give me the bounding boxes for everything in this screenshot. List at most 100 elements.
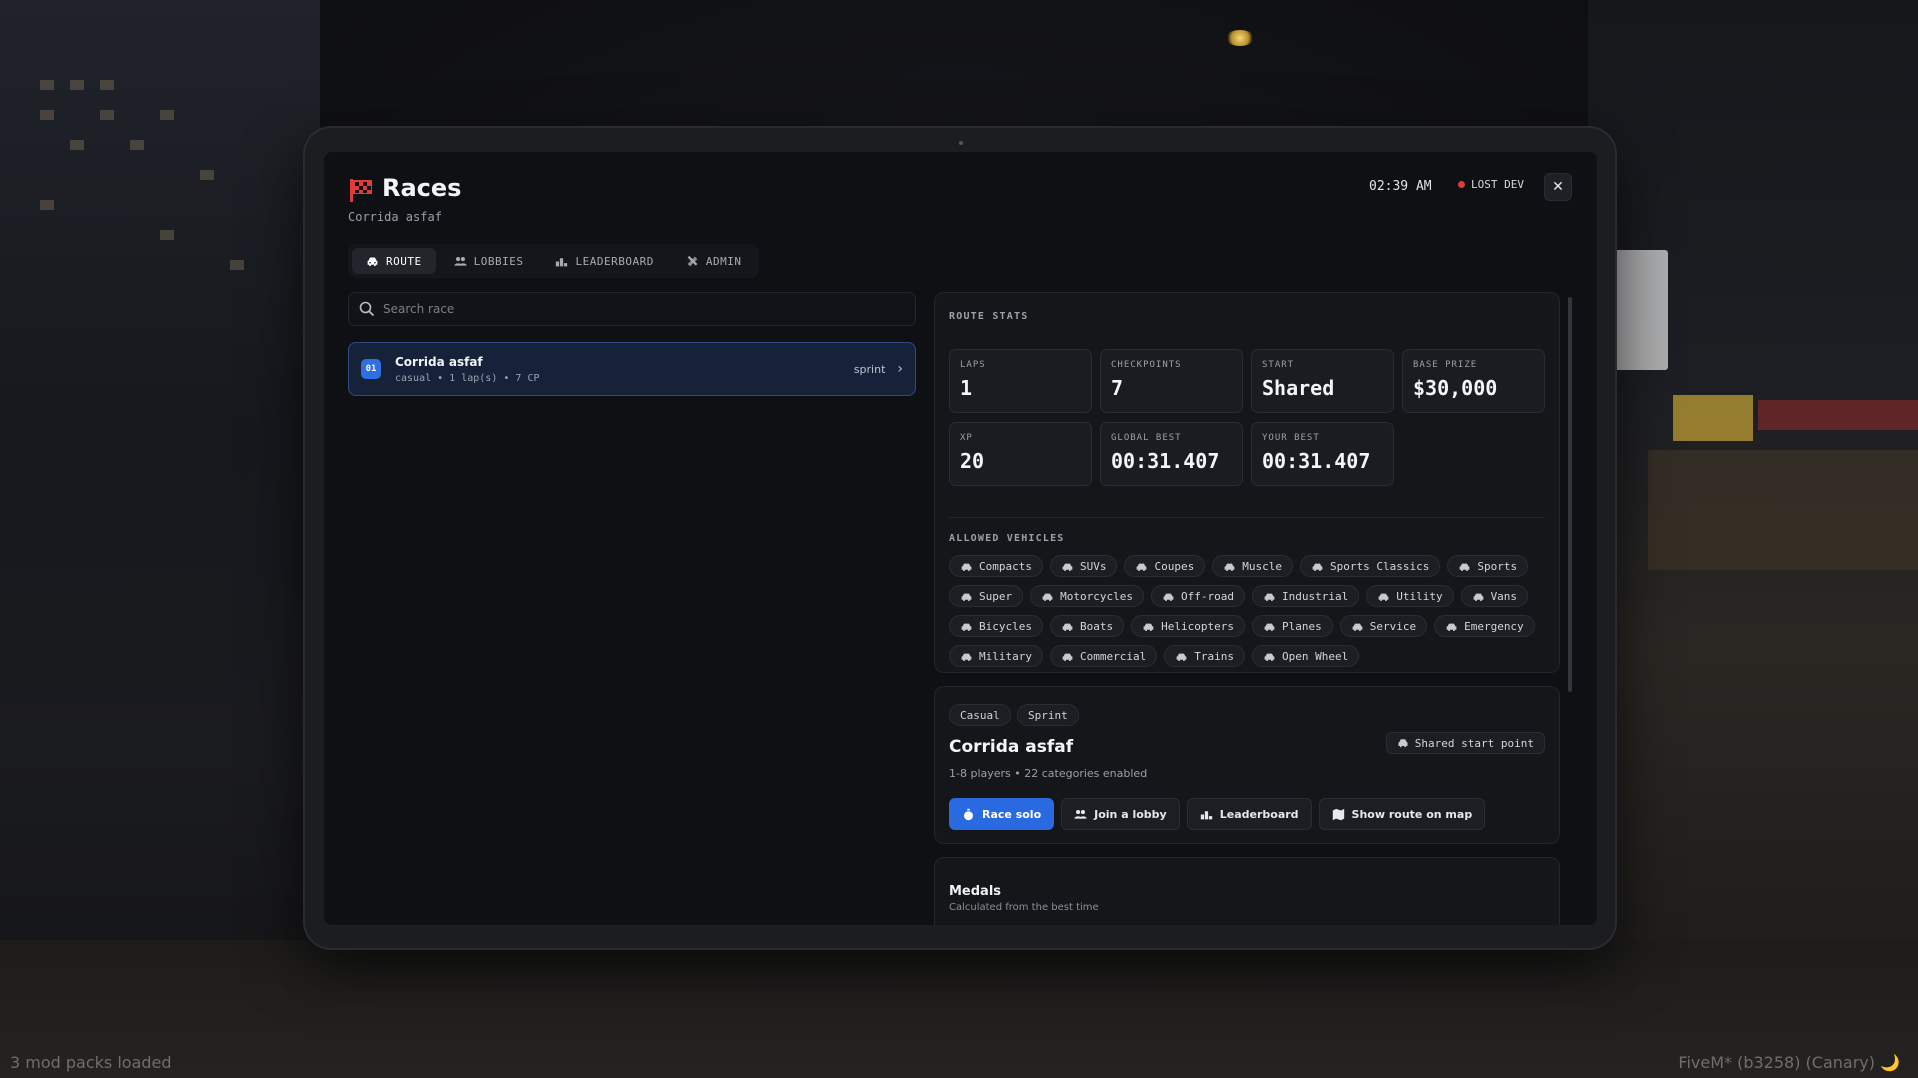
tab-admin-label: ADMIN — [705, 254, 742, 268]
vehicle-chip-muscle: Muscle — [1212, 555, 1293, 577]
vehicle-chip-boats: Boats — [1049, 615, 1125, 637]
vehicle-chip-label: Sports — [1477, 559, 1518, 573]
vehicle-icon — [1224, 563, 1235, 571]
vehicle-icon — [1473, 593, 1483, 601]
stat-label: YOUR BEST — [1262, 433, 1320, 443]
race-list-meta: casual • 1 lap(s) • 7 CP — [395, 372, 540, 384]
vehicle-chip-label: Trains — [1194, 649, 1234, 663]
vehicle-chip-open-wheel: Open Wheel — [1251, 645, 1360, 667]
vehicle-chip-label: Off-road — [1180, 589, 1234, 603]
vehicle-chip-motorcycles: Motorcycles — [1030, 585, 1144, 607]
vehicle-chip-label: Utility — [1396, 589, 1443, 603]
chevron-right-icon: › — [897, 361, 903, 377]
users-icon — [1074, 809, 1087, 819]
stat-start: START Shared — [1251, 349, 1394, 413]
podium-icon — [556, 257, 568, 266]
tab-route-label: ROUTE — [386, 254, 422, 268]
close-icon: ✕ — [1552, 179, 1564, 195]
join-lobby-button[interactable]: Join a lobby — [1061, 798, 1180, 830]
race-list-item[interactable]: 01 Corrida asfaf casual • 1 lap(s) • 7 C… — [348, 342, 916, 396]
users-icon — [454, 256, 467, 266]
stat-checkpoints: CHECKPOINTS 7 — [1100, 349, 1243, 413]
tablet-screen: Races Corrida asfaf 02:39 AM LOST DEV ✕ … — [324, 152, 1597, 925]
vehicle-icon — [1062, 563, 1073, 571]
vehicle-chip-off-road: Off-road — [1150, 585, 1245, 607]
stat-label: START — [1262, 360, 1295, 370]
vehicle-chip-suvs: SUVs — [1049, 555, 1118, 577]
vehicle-icon — [1062, 623, 1073, 631]
vehicle-icon — [961, 653, 972, 661]
vehicle-chip-label: Motorcycles — [1060, 589, 1133, 603]
stat-value: 20 — [960, 449, 985, 473]
vehicle-chip-label: Boats — [1079, 619, 1114, 633]
map-icon — [1332, 808, 1344, 820]
podium-icon — [1200, 810, 1212, 819]
vehicle-chip-label: Service — [1369, 619, 1417, 633]
vehicle-chip-label: Military — [979, 649, 1032, 663]
route-stats-panel: ROUTE STATS LAPS 1 CHECKPOINTS 7 START S… — [934, 292, 1560, 673]
race-detail-panel: Casual Sprint Shared start point Corrida… — [934, 686, 1560, 844]
vehicle-icon — [1062, 653, 1073, 661]
search-box[interactable] — [348, 292, 916, 326]
stat-base-prize: BASE PRIZE $30,000 — [1402, 349, 1545, 413]
tab-route[interactable]: ROUTE — [352, 248, 436, 274]
divider — [949, 517, 1545, 518]
vehicle-chip-coupes: Coupes — [1124, 555, 1206, 577]
stat-grid: LAPS 1 CHECKPOINTS 7 START Shared BASE P… — [949, 349, 1545, 486]
mod-packs-status: 3 mod packs loaded — [10, 1053, 172, 1072]
leaderboard-label: Leaderboard — [1219, 807, 1299, 821]
show-route-button[interactable]: Show route on map — [1318, 798, 1486, 830]
stat-xp: XP 20 — [949, 422, 1092, 486]
vehicle-chip-label: Super — [979, 589, 1013, 603]
race-solo-button[interactable]: Race solo — [949, 798, 1055, 830]
vehicle-icon — [1137, 563, 1147, 571]
car-icon — [367, 256, 378, 266]
vehicle-chip-utility: Utility — [1366, 585, 1454, 607]
vehicle-icon — [961, 623, 972, 631]
vehicle-chip-sports: Sports — [1447, 555, 1529, 577]
stat-value: 7 — [1111, 376, 1124, 400]
stat-value: Shared — [1262, 376, 1335, 400]
tag-sprint: Sprint — [1017, 704, 1079, 726]
tag-casual: Casual — [949, 704, 1011, 726]
stat-label: BASE PRIZE — [1413, 360, 1478, 370]
search-icon — [359, 301, 375, 317]
vehicle-icon — [1264, 593, 1275, 601]
vehicle-chip-label: Coupes — [1154, 559, 1195, 573]
tab-leaderboard[interactable]: LEADERBOARD — [541, 248, 667, 274]
vehicle-icon — [1143, 623, 1154, 631]
client-version: FiveM* (b3258) (Canary) 🌙 — [1678, 1053, 1900, 1072]
tab-leaderboard-label: LEADERBOARD — [575, 254, 654, 268]
close-button[interactable]: ✕ — [1544, 173, 1572, 201]
tab-lobbies[interactable]: LOBBIES — [440, 248, 538, 274]
tab-bar: ROUTE LOBBIES LEADERBOARD ADMIN — [348, 244, 760, 278]
vehicle-icon — [1264, 653, 1275, 661]
stat-your-best: YOUR BEST 00:31.407 — [1251, 422, 1394, 486]
vehicle-chip-emergency: Emergency — [1434, 615, 1535, 637]
page-title: Races — [382, 174, 462, 202]
vehicle-icon — [961, 563, 972, 571]
vehicle-chip-label: Industrial — [1281, 589, 1349, 603]
vehicle-chip-label: Planes — [1281, 619, 1322, 633]
scrollbar[interactable] — [1568, 297, 1572, 692]
vehicle-icon — [1042, 593, 1053, 601]
vehicle-chip-label: Emergency — [1464, 619, 1524, 633]
background-buildings-left — [0, 0, 320, 1078]
street-lamp — [1225, 30, 1255, 46]
medals-title: Medals — [949, 884, 1002, 899]
background-road — [0, 940, 1918, 1078]
stat-laps: LAPS 1 — [949, 349, 1092, 413]
stat-label: CHECKPOINTS — [1111, 360, 1182, 370]
stat-value: 00:31.407 — [1111, 449, 1220, 473]
stat-value: 1 — [960, 376, 973, 400]
vehicle-chip-label: Commercial — [1079, 649, 1147, 663]
search-input[interactable] — [383, 302, 903, 316]
vehicle-chip-label: Sports Classics — [1329, 559, 1430, 573]
tab-admin[interactable]: ADMIN — [672, 248, 756, 274]
stat-label: XP — [960, 433, 973, 443]
checkered-flag-icon — [350, 179, 372, 202]
tablet-camera — [959, 141, 963, 145]
vehicle-icon — [1446, 623, 1457, 631]
leaderboard-button[interactable]: Leaderboard — [1186, 798, 1312, 830]
vehicle-chip-label: Compacts — [979, 559, 1032, 573]
